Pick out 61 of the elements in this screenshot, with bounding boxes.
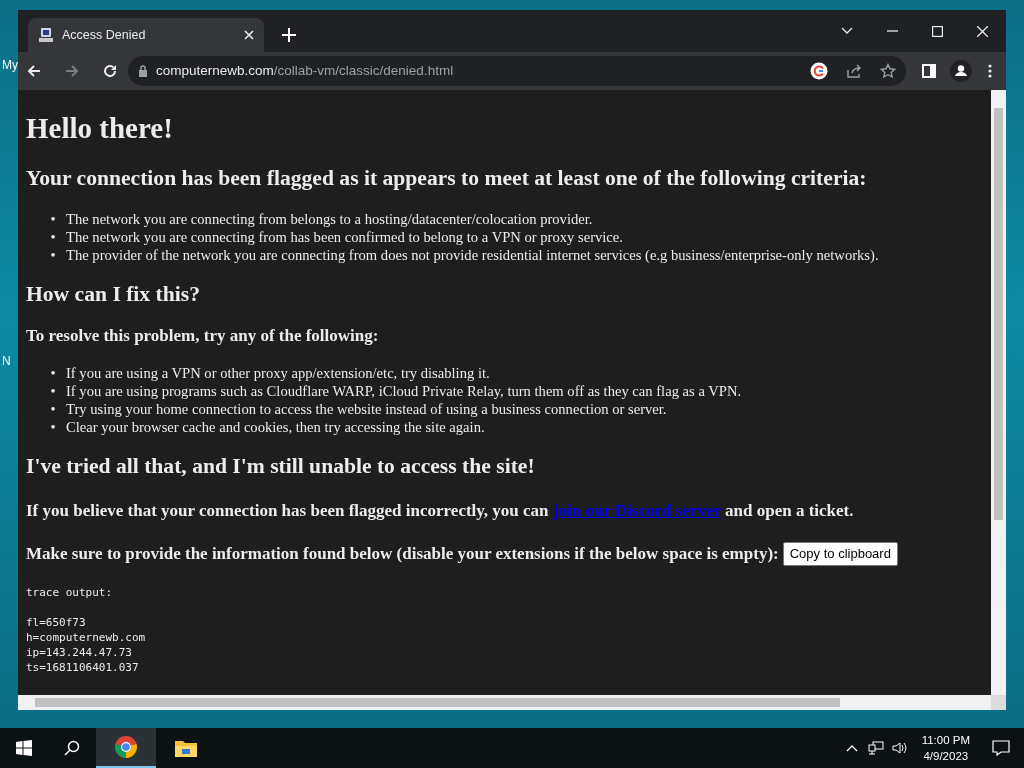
list-item: If you are using programs such as Cloudflare WARP, iCloud Private Relay, turn them off as they can flag as a VPN. [66,382,742,400]
chrome-icon [114,735,138,759]
clock-date: 4/9/2023 [922,749,970,764]
search-icon [64,740,80,756]
bullet: • [49,364,57,382]
bullet: • [49,227,57,246]
list-item: Try using your home connection to access the website instead of using a business connection or server. [66,400,667,418]
subheading: To resolve this problem, try any of the following: [26,325,380,346]
reload-icon[interactable] [102,63,118,79]
star-icon[interactable] [880,63,896,79]
computer-icon [38,27,54,43]
google-icon[interactable] [810,62,828,80]
trace-heading: trace output: [26,584,114,600]
url-text: computernewb.com/collab-vm/classic/denied.html [156,61,454,80]
bullet: • [49,400,57,418]
profile-icon[interactable] [950,60,972,82]
notification-icon[interactable] [992,740,1010,756]
trace-output: fl=650f73 h=computernewb.com ip=143.244.47.73 ts=1681106401.037 [26,614,147,675]
vertical-scrollbar[interactable] [991,90,1006,695]
close-icon[interactable] [977,25,988,37]
address-bar[interactable]: computernewb.com/collab-vm/classic/denied.html [128,56,906,86]
bullet: • [49,418,57,436]
tab-title: Access Denied [62,26,146,44]
section-heading: How can I fix this? [26,281,201,308]
folder-icon [174,738,198,758]
paragraph: If you believe that your connection has been flagged incorrectly, you can join our Discord server and open a ticket. [26,499,855,522]
new-tab-icon[interactable] [282,28,296,42]
clock[interactable]: 11:00 PM 4/9/2023 [921,732,970,764]
copy-button[interactable]: Copy to clipboard [782,542,898,566]
taskbar-app[interactable] [96,728,156,768]
chevron-up-icon[interactable] [845,744,858,752]
network-icon[interactable] [867,741,884,755]
scrollbar-corner [991,695,1006,710]
chevron-down-icon[interactable] [841,27,853,35]
browser-tab[interactable]: Access Denied [28,18,264,52]
list-item: The provider of the network you are connecting from does not provide residential internet services (e.g business/enterprise-only networks). [66,245,879,264]
bullet: • [49,209,57,228]
desktop-icon-label[interactable]: N [2,354,11,368]
list-item: If you are using a VPN or other proxy app/extension/etc, try disabling it. [66,364,490,382]
back-icon[interactable] [26,63,42,79]
paragraph: Make sure to provide the information found below (disable your extensions if the below space is empty): [26,543,779,566]
bullet: • [49,382,57,400]
lock-icon [138,65,148,77]
list-item: Clear your browser cache and cookies, then try accessing the site again. [66,418,485,436]
section-heading: I've tried all that, and I'm still unable to access the site! [26,454,536,480]
bullet: • [49,245,57,264]
page-heading: Hello there! [26,111,174,146]
clock-time: 11:00 PM [921,733,970,748]
forward-icon[interactable] [64,63,80,79]
close-icon[interactable] [244,30,254,40]
section-heading: Your connection has been flagged as it appears to meet at least one of the following criteria: [26,165,868,192]
desktop-icon-label[interactable]: My [2,58,18,72]
share-icon[interactable] [846,63,862,79]
speaker-icon[interactable] [891,741,908,755]
horizontal-scrollbar[interactable] [18,695,991,710]
list-item: The network you are connecting from belongs to a hosting/datacenter/colocation provider. [66,209,593,228]
maximize-icon[interactable] [932,25,943,37]
windows-icon [16,740,32,756]
list-item: The network you are connecting from has been confirmed to belong to a VPN or proxy service. [66,227,623,246]
side-panel-icon[interactable] [922,64,936,78]
menu-icon[interactable] [988,64,992,78]
